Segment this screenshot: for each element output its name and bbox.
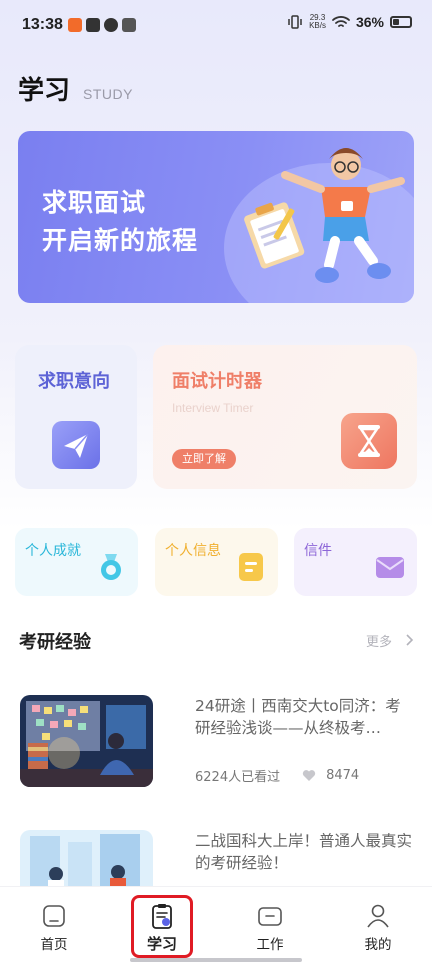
- wifi-icon: [332, 16, 350, 27]
- medal-icon: [101, 554, 121, 580]
- hourglass-icon: [341, 413, 397, 469]
- article-views: 6224人已看过: [195, 770, 281, 785]
- personal-info-card[interactable]: 个人信息: [155, 528, 278, 596]
- article-title: 24研途丨西南交大to同济：考研经验浅谈——从终极考…: [195, 697, 401, 737]
- envelope-icon: [376, 557, 404, 578]
- tab-work-label: 工作: [256, 937, 284, 953]
- article-likes: 8474: [326, 768, 360, 783]
- battery-text: 36%: [355, 14, 384, 30]
- tab-home-label: 首页: [40, 937, 68, 953]
- notification-icons: [68, 18, 136, 32]
- job-intent-title: 求职意向: [38, 371, 110, 392]
- article-item[interactable]: 24研途丨西南交大to同济：考研经验浅谈——从终极考… 6224人已看过 847…: [20, 695, 414, 787]
- page-subtitle: STUDY: [83, 86, 133, 102]
- job-intent-card[interactable]: 求职意向: [15, 345, 137, 489]
- mail-title: 信件: [304, 543, 332, 559]
- bottom-tab-bar: 首页 学习 工作 我的: [0, 886, 432, 964]
- video-notification-icon: [86, 18, 100, 32]
- status-time: 13:38: [22, 16, 63, 33]
- personal-info-title: 个人信息: [165, 543, 221, 559]
- heart-icon: [302, 770, 316, 781]
- user-icon: [367, 904, 389, 928]
- mail-card[interactable]: 信件: [294, 528, 417, 596]
- active-tab-highlight: [131, 895, 193, 958]
- article-item[interactable]: 二战国科大上岸！普通人最真实的考研经验！: [20, 830, 414, 886]
- interview-timer-subtitle: Interview Timer: [172, 401, 254, 415]
- banner-illustration: [244, 148, 405, 283]
- link-notification-icon: [104, 18, 118, 32]
- battery-icon: [390, 16, 412, 28]
- tab-mine[interactable]: 我的: [324, 887, 432, 957]
- banner-headline-line2: 开启新的旅程: [42, 226, 199, 255]
- interview-timer-card[interactable]: 面试计时器 Interview Timer 立即了解: [153, 345, 417, 489]
- article-thumbnail: [20, 695, 153, 787]
- app-notification-icon: [68, 18, 82, 32]
- achievements-title: 个人成就: [25, 543, 81, 559]
- interview-timer-title: 面试计时器: [172, 371, 262, 392]
- article-title: 二战国科大上岸！普通人最真实的考研经验！: [195, 832, 413, 872]
- hero-banner[interactable]: 求职面试 开启新的旅程: [18, 131, 414, 303]
- tab-home[interactable]: 首页: [0, 887, 108, 957]
- paper-plane-icon: [52, 421, 100, 469]
- net-speed: 29.3 KB/s: [309, 14, 326, 30]
- article-thumbnail: [20, 830, 153, 886]
- banner-headline-line1: 求职面试: [42, 188, 147, 217]
- status-bar: 13:38 29.3 KB/s 36%: [0, 0, 432, 52]
- home-icon: [43, 905, 65, 927]
- more-link[interactable]: 更多: [366, 631, 392, 650]
- net-speed-unit: KB/s: [309, 21, 326, 30]
- home-indicator[interactable]: [130, 958, 302, 962]
- tab-work[interactable]: 工作: [216, 887, 324, 957]
- document-icon: [239, 553, 263, 581]
- status-right: 29.3 KB/s 36%: [287, 14, 412, 30]
- article-stats: 6224人已看过 8474: [195, 766, 359, 785]
- chevron-right-icon[interactable]: [402, 633, 416, 647]
- page-title: 学习: [18, 76, 71, 106]
- vibrate-icon: [288, 15, 302, 29]
- achievements-card[interactable]: 个人成就: [15, 528, 138, 596]
- section-title: 考研经验: [19, 632, 91, 653]
- learn-now-button[interactable]: 立即了解: [172, 449, 236, 469]
- tab-mine-label: 我的: [364, 937, 392, 953]
- briefcase-icon: [258, 907, 282, 926]
- more-notification-icon: [122, 18, 136, 32]
